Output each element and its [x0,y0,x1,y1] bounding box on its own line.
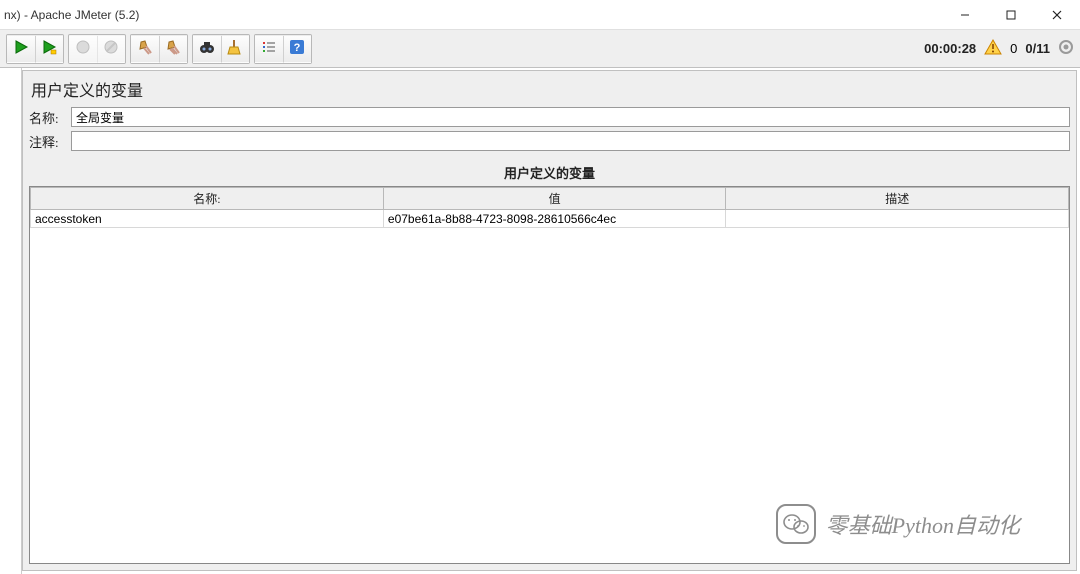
stop-button [69,35,97,63]
toolbar-group [68,34,126,64]
comment-label: 注释: [29,132,67,151]
help-icon: ? [289,39,305,58]
broom2-icon [165,39,181,58]
function-helper-button[interactable] [255,35,283,63]
name-input[interactable] [71,107,1070,127]
clear-button[interactable] [131,35,159,63]
main-content: 用户定义的变量 名称: 注释: 用户定义的变量 名称: 值 描述 accesst… [0,68,1080,574]
column-header-value[interactable]: 值 [383,188,726,210]
window-titlebar: nx) - Apache JMeter (5.2) [0,0,1080,30]
window-controls [942,0,1080,30]
close-button[interactable] [1034,0,1080,30]
toolbar-group: ? [254,34,312,64]
broom1-icon [137,39,153,58]
play-icon [13,39,29,58]
toolbar-group [6,34,64,64]
play-sub-icon [41,39,57,58]
svg-text:?: ? [294,42,301,54]
variables-table: 名称: 值 描述 accesstokene07be61a-8b88-4723-8… [30,187,1069,228]
tree-panel-edge[interactable] [0,68,22,574]
run-button[interactable] [7,35,35,63]
maximize-button[interactable] [988,0,1034,30]
clear-all-button[interactable] [159,35,187,63]
run-no-pause-button[interactable] [35,35,63,63]
shutdown-icon [103,39,119,58]
warning-count: 0 [1010,41,1017,56]
cell-desc[interactable] [726,210,1069,228]
column-header-desc[interactable]: 描述 [726,188,1069,210]
list-icon [261,39,277,58]
search-button[interactable] [193,35,221,63]
reset-search-button[interactable] [221,35,249,63]
cell-value[interactable]: e07be61a-8b88-4723-8098-28610566c4ec [383,210,726,228]
binoculars-icon [199,39,215,58]
thread-count: 0/11 [1025,41,1050,56]
table-row[interactable]: accesstokene07be61a-8b88-4723-8098-28610… [31,210,1069,228]
elapsed-time: 00:00:28 [924,41,976,56]
toolbar: ? 00:00:28 0 0/11 [0,30,1080,68]
warning-indicator [984,39,1002,58]
comment-input[interactable] [71,131,1070,151]
toolbar-group [192,34,250,64]
column-header-name[interactable]: 名称: [31,188,384,210]
user-defined-variables-panel: 用户定义的变量 名称: 注释: 用户定义的变量 名称: 值 描述 accesst… [22,70,1077,571]
warning-icon [984,39,1002,55]
broom3-icon [227,39,243,58]
toolbar-group [130,34,188,64]
minimize-button[interactable] [942,0,988,30]
panel-title: 用户定义的变量 [29,75,1070,107]
shutdown-button [97,35,125,63]
cell-name[interactable]: accesstoken [31,210,384,228]
green-indicator-icon [1058,39,1074,58]
stop-icon [75,39,91,58]
window-title: nx) - Apache JMeter (5.2) [4,8,139,22]
name-label: 名称: [29,108,67,127]
variables-table-container[interactable]: 名称: 值 描述 accesstokene07be61a-8b88-4723-8… [29,186,1070,564]
help-button[interactable]: ? [283,35,311,63]
section-heading: 用户定义的变量 [29,155,1070,186]
toolbar-status: 00:00:28 0 0/11 [924,39,1074,58]
